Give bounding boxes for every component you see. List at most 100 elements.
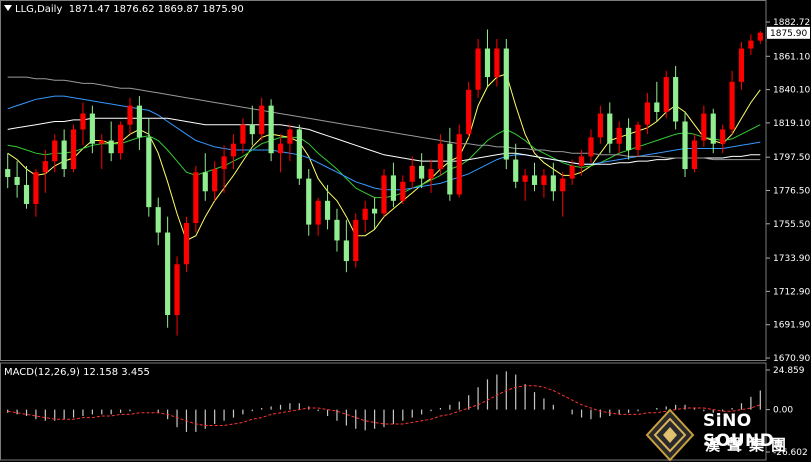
candle-body bbox=[174, 264, 180, 316]
candle-body bbox=[390, 175, 396, 201]
ohlc-values: 1871.47 1876.62 1869.87 1875.90 bbox=[68, 4, 244, 15]
candle-body bbox=[287, 129, 293, 144]
candle-body bbox=[136, 105, 142, 138]
candle-body bbox=[710, 113, 716, 144]
chart-canvas[interactable]: 1882.72 1861.10 1840.10 1819.10 1797.50 1776.… bbox=[0, 0, 811, 462]
candle-body bbox=[372, 208, 378, 214]
candle-body bbox=[89, 113, 95, 144]
candle-body bbox=[249, 124, 255, 135]
candle-body bbox=[14, 177, 20, 185]
candle-body bbox=[663, 77, 669, 112]
y-tick-label: 1819.10 bbox=[773, 119, 810, 129]
y-tick-label: 1755.50 bbox=[773, 220, 810, 230]
candle-body bbox=[118, 124, 124, 154]
candle-body bbox=[626, 127, 632, 151]
candle-body bbox=[466, 89, 472, 135]
candle-body bbox=[343, 240, 349, 262]
candle-body bbox=[127, 105, 133, 125]
y-tick-label: 1712.90 bbox=[773, 287, 810, 297]
candle-body bbox=[475, 48, 481, 90]
y-tick-label: 1882.72 bbox=[773, 18, 810, 28]
candle-body bbox=[456, 134, 462, 195]
candle-body bbox=[212, 169, 218, 192]
candle-body bbox=[513, 159, 519, 182]
candle-body bbox=[353, 219, 359, 262]
candle-body bbox=[23, 184, 30, 204]
candle-body bbox=[306, 178, 312, 225]
candle-body bbox=[588, 137, 594, 157]
candle-body bbox=[616, 127, 622, 144]
candle-body bbox=[522, 175, 528, 182]
candle-body bbox=[531, 175, 538, 185]
candle-body bbox=[61, 140, 67, 170]
candle-body bbox=[738, 48, 745, 82]
y-tick-label: 1861.10 bbox=[773, 52, 810, 62]
y-tick-label: 1670.90 bbox=[773, 354, 810, 364]
diamond-logo-icon bbox=[645, 408, 695, 462]
candle-body bbox=[673, 77, 679, 122]
candle-body bbox=[682, 121, 688, 170]
candle-body bbox=[578, 156, 585, 166]
candle-body bbox=[701, 113, 707, 141]
candle-body bbox=[42, 161, 48, 173]
candle-body bbox=[324, 200, 331, 220]
candle-body bbox=[541, 175, 547, 185]
candle-body bbox=[654, 102, 660, 112]
macd-tick-label: 24.859 bbox=[773, 366, 805, 376]
candle-body bbox=[748, 40, 754, 49]
candle-body bbox=[334, 219, 340, 241]
candle-body bbox=[259, 105, 265, 135]
symbol-label: LLG,Daily bbox=[15, 4, 63, 15]
candle-body bbox=[296, 129, 302, 179]
candle-body bbox=[437, 143, 444, 170]
candle-body bbox=[99, 140, 105, 144]
candle-body bbox=[607, 113, 613, 144]
y-tick-label: 1733.90 bbox=[773, 254, 810, 264]
candle-body bbox=[33, 172, 39, 204]
candle-body bbox=[155, 207, 161, 233]
candle-body bbox=[494, 48, 500, 78]
candle-body bbox=[569, 165, 575, 179]
candle-body bbox=[52, 140, 58, 162]
candle-body bbox=[80, 113, 86, 130]
candle-body bbox=[419, 165, 425, 179]
candle-body bbox=[70, 129, 77, 170]
candle-body bbox=[691, 140, 698, 170]
candle-body bbox=[315, 200, 321, 225]
y-tick-label: 1691.90 bbox=[773, 321, 810, 331]
candle-body bbox=[230, 143, 237, 157]
candle-body bbox=[757, 32, 763, 41]
candle-body bbox=[381, 175, 387, 214]
candle-body bbox=[503, 48, 509, 160]
candle-body bbox=[268, 105, 274, 154]
candle-body bbox=[193, 172, 199, 224]
candle-body bbox=[644, 102, 650, 125]
candle-body bbox=[108, 140, 114, 154]
candle-body bbox=[729, 81, 735, 130]
candle-body bbox=[362, 208, 368, 220]
candle-body bbox=[146, 137, 152, 208]
candle-body bbox=[428, 169, 434, 179]
current-price-label: 1875.90 bbox=[770, 29, 807, 39]
candle-body bbox=[409, 165, 415, 182]
y-tick-label: 1840.10 bbox=[773, 86, 810, 96]
macd-header: MACD(12,26,9) 12.158 3.455 bbox=[4, 367, 150, 378]
candle-body bbox=[221, 156, 227, 170]
candle-body bbox=[5, 169, 11, 178]
candle-body bbox=[165, 232, 171, 316]
candle-body bbox=[202, 172, 208, 192]
candle-body bbox=[635, 124, 641, 151]
candle-body bbox=[560, 178, 566, 192]
candle-body bbox=[550, 175, 556, 192]
candle-body bbox=[720, 129, 726, 144]
candle-body bbox=[240, 124, 246, 144]
candle-body bbox=[484, 48, 491, 78]
candle-body bbox=[400, 181, 406, 201]
candle-body bbox=[597, 113, 603, 138]
main-chart-header: LLG,Daily 1871.47 1876.62 1869.87 1875.9… bbox=[4, 4, 244, 15]
y-tick-label: 1797.50 bbox=[773, 153, 810, 163]
collapse-triangle-icon[interactable] bbox=[4, 5, 12, 11]
y-tick-label: 1776.50 bbox=[773, 186, 810, 196]
candle-body bbox=[277, 143, 284, 154]
candle-body bbox=[183, 223, 190, 265]
